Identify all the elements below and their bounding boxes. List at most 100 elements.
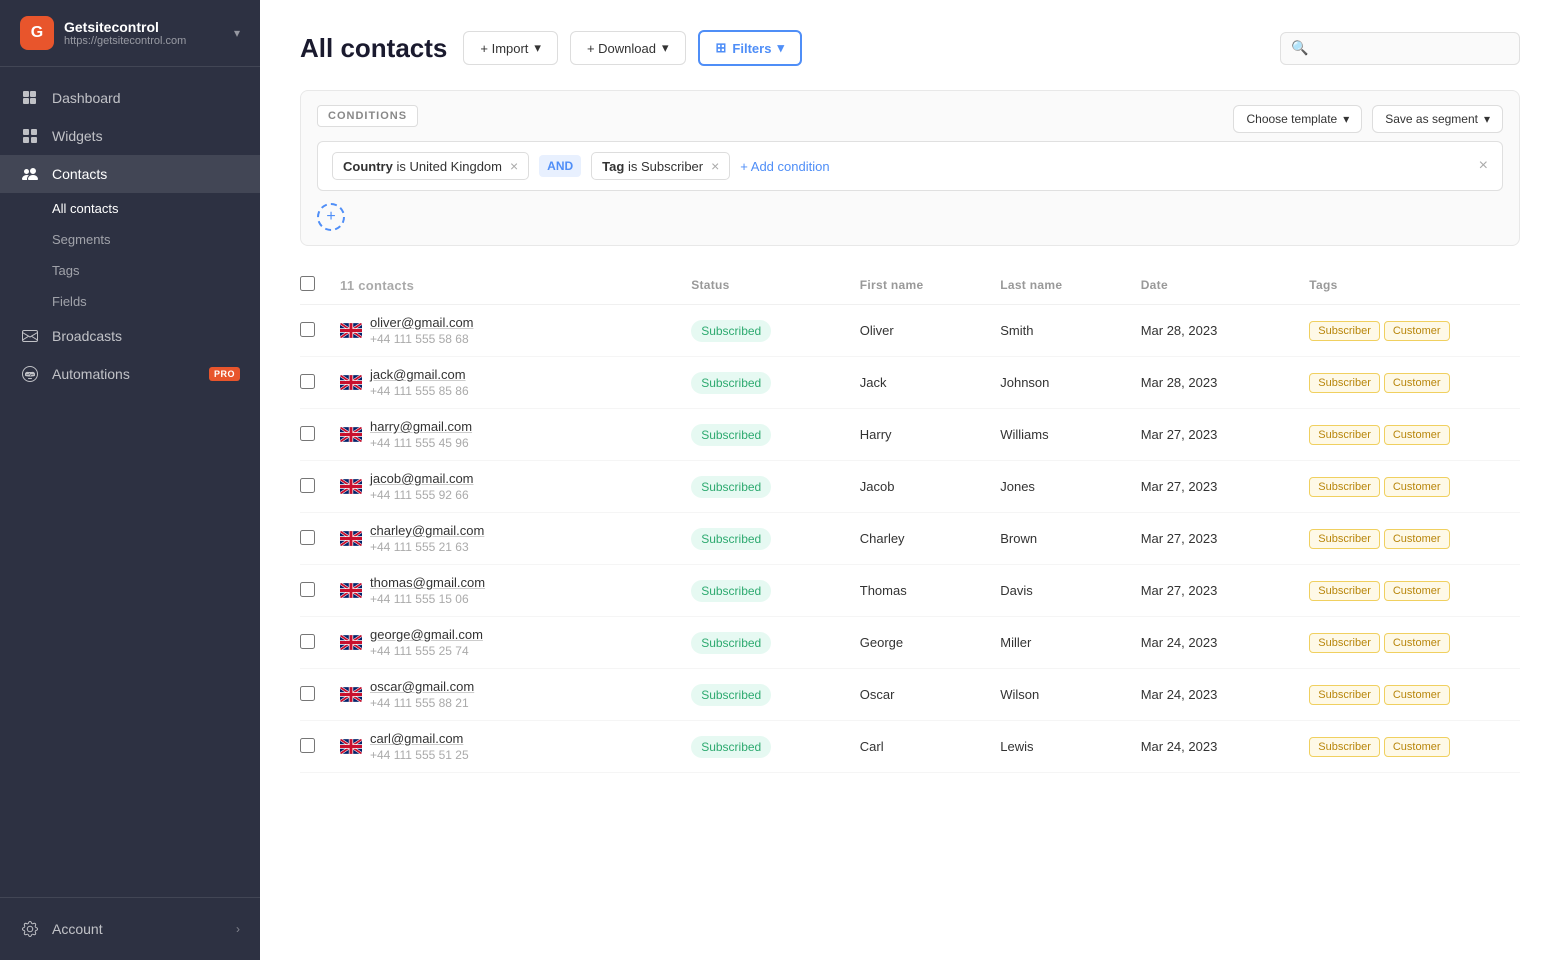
contact-phone: +44 111 555 25 74 bbox=[370, 644, 483, 658]
status-badge: Subscribed bbox=[691, 372, 771, 394]
contact-email[interactable]: thomas@gmail.com bbox=[370, 575, 485, 590]
tags-cell: SubscriberCustomer bbox=[1309, 633, 1520, 653]
sidebar-item-all-contacts[interactable]: All contacts bbox=[0, 193, 260, 224]
contact-email[interactable]: oliver@gmail.com bbox=[370, 315, 474, 330]
tags-cell: SubscriberCustomer bbox=[1309, 321, 1520, 341]
row-checkbox[interactable] bbox=[300, 530, 315, 545]
table-row[interactable]: jacob@gmail.com +44 111 555 92 66 Subscr… bbox=[300, 461, 1520, 513]
import-button[interactable]: + Import ▾ bbox=[463, 31, 558, 65]
sidebar-item-contacts[interactable]: Contacts bbox=[0, 155, 260, 193]
brand-url: https://getsitecontrol.com bbox=[64, 35, 234, 47]
contact-email[interactable]: george@gmail.com bbox=[370, 627, 483, 642]
sidebar-item-automations[interactable]: Automations PRO bbox=[0, 355, 260, 393]
contact-phone: +44 111 555 58 68 bbox=[370, 332, 474, 346]
download-button[interactable]: + Download ▾ bbox=[570, 31, 686, 65]
select-all-checkbox[interactable] bbox=[300, 276, 315, 291]
table-row[interactable]: harry@gmail.com +44 111 555 45 96 Subscr… bbox=[300, 409, 1520, 461]
sidebar-item-account[interactable]: Account › bbox=[0, 910, 260, 948]
sidebar-item-fields[interactable]: Fields bbox=[0, 286, 260, 317]
row-checkbox[interactable] bbox=[300, 738, 315, 753]
uk-flag-icon bbox=[340, 635, 362, 650]
page-title: All contacts bbox=[300, 33, 447, 64]
filters-button[interactable]: ⊞ Filters ▾ bbox=[698, 30, 802, 66]
table-row[interactable]: jack@gmail.com +44 111 555 85 86 Subscri… bbox=[300, 357, 1520, 409]
table-row[interactable]: oscar@gmail.com +44 111 555 88 21 Subscr… bbox=[300, 669, 1520, 721]
tag-badge: Customer bbox=[1384, 633, 1450, 653]
sidebar-item-label: Account bbox=[52, 921, 103, 937]
choose-template-button[interactable]: Choose template ▾ bbox=[1233, 105, 1362, 133]
lastname-cell: Brown bbox=[1000, 531, 1140, 546]
remove-condition-2[interactable]: × bbox=[711, 158, 719, 174]
save-as-segment-button[interactable]: Save as segment ▾ bbox=[1372, 105, 1503, 133]
row-checkbox[interactable] bbox=[300, 374, 315, 389]
table-row[interactable]: thomas@gmail.com +44 111 555 15 06 Subsc… bbox=[300, 565, 1520, 617]
app-logo: G bbox=[20, 16, 54, 50]
contact-info: carl@gmail.com +44 111 555 51 25 bbox=[370, 731, 469, 762]
table-row[interactable]: oliver@gmail.com +44 111 555 58 68 Subsc… bbox=[300, 305, 1520, 357]
contact-info: oliver@gmail.com +44 111 555 58 68 bbox=[370, 315, 474, 346]
grid-icon bbox=[20, 90, 40, 106]
lastname-cell: Wilson bbox=[1000, 687, 1140, 702]
status-cell: Subscribed bbox=[691, 476, 860, 498]
contact-email[interactable]: oscar@gmail.com bbox=[370, 679, 474, 694]
condition-country[interactable]: Country is United Kingdom × bbox=[332, 152, 529, 180]
status-badge: Subscribed bbox=[691, 736, 771, 758]
contact-phone: +44 111 555 51 25 bbox=[370, 748, 469, 762]
conditions-label: CONDITIONS bbox=[317, 105, 418, 127]
add-condition-button[interactable]: + Add condition bbox=[740, 159, 829, 174]
add-condition-row-button[interactable]: + bbox=[317, 203, 345, 231]
row-checkbox[interactable] bbox=[300, 582, 315, 597]
row-check bbox=[300, 530, 340, 548]
row-checkbox[interactable] bbox=[300, 478, 315, 493]
firstname-cell: Oliver bbox=[860, 323, 1000, 338]
table-row[interactable]: charley@gmail.com +44 111 555 21 63 Subs… bbox=[300, 513, 1520, 565]
sidebar-item-tags[interactable]: Tags bbox=[0, 255, 260, 286]
row-check bbox=[300, 478, 340, 496]
auto-icon bbox=[20, 366, 40, 382]
email-cell: jack@gmail.com +44 111 555 85 86 bbox=[340, 367, 691, 398]
sidebar-item-widgets[interactable]: Widgets bbox=[0, 117, 260, 155]
firstname-cell: Charley bbox=[860, 531, 1000, 546]
firstname-cell: Oscar bbox=[860, 687, 1000, 702]
row-checkbox[interactable] bbox=[300, 686, 315, 701]
firstname-cell: Harry bbox=[860, 427, 1000, 442]
email-cell: oscar@gmail.com +44 111 555 88 21 bbox=[340, 679, 691, 710]
contact-info: charley@gmail.com +44 111 555 21 63 bbox=[370, 523, 484, 554]
contact-email[interactable]: charley@gmail.com bbox=[370, 523, 484, 538]
row-checkbox[interactable] bbox=[300, 634, 315, 649]
search-input[interactable] bbox=[1280, 32, 1520, 65]
row-checkbox[interactable] bbox=[300, 322, 315, 337]
sidebar-header[interactable]: G Getsitecontrol https://getsitecontrol.… bbox=[0, 0, 260, 67]
status-badge: Subscribed bbox=[691, 684, 771, 706]
conditions-actions: Choose template ▾ Save as segment ▾ bbox=[1233, 105, 1503, 133]
contact-email[interactable]: jack@gmail.com bbox=[370, 367, 469, 382]
sidebar-item-segments[interactable]: Segments bbox=[0, 224, 260, 255]
tag-badge: Customer bbox=[1384, 321, 1450, 341]
contact-email[interactable]: harry@gmail.com bbox=[370, 419, 472, 434]
firstname-cell: Jacob bbox=[860, 479, 1000, 494]
close-conditions-button[interactable]: × bbox=[1479, 157, 1488, 175]
date-cell: Mar 28, 2023 bbox=[1141, 323, 1310, 338]
status-cell: Subscribed bbox=[691, 580, 860, 602]
table-row[interactable]: george@gmail.com +44 111 555 25 74 Subsc… bbox=[300, 617, 1520, 669]
row-checkbox[interactable] bbox=[300, 426, 315, 441]
tag-badge: Subscriber bbox=[1309, 529, 1380, 549]
filter-icon: ⊞ bbox=[716, 40, 727, 56]
table-header: 11 contacts Status First name Last name … bbox=[300, 266, 1520, 305]
sidebar-item-broadcasts[interactable]: Broadcasts bbox=[0, 317, 260, 355]
sidebar-item-dashboard[interactable]: Dashboard bbox=[0, 79, 260, 117]
contact-email[interactable]: carl@gmail.com bbox=[370, 731, 469, 746]
chevron-down-icon: ▾ bbox=[1484, 112, 1490, 126]
sidebar-item-label: Broadcasts bbox=[52, 328, 122, 344]
condition-tag[interactable]: Tag is Subscriber × bbox=[591, 152, 730, 180]
contact-email[interactable]: jacob@gmail.com bbox=[370, 471, 474, 486]
search-icon: 🔍 bbox=[1291, 40, 1308, 57]
email-cell: charley@gmail.com +44 111 555 21 63 bbox=[340, 523, 691, 554]
table-row[interactable]: carl@gmail.com +44 111 555 51 25 Subscri… bbox=[300, 721, 1520, 773]
date-cell: Mar 27, 2023 bbox=[1141, 583, 1310, 598]
conditions-row: Country is United Kingdom × AND Tag is S… bbox=[317, 141, 1503, 191]
remove-condition-1[interactable]: × bbox=[510, 158, 518, 174]
date-cell: Mar 27, 2023 bbox=[1141, 531, 1310, 546]
brand-info: Getsitecontrol https://getsitecontrol.co… bbox=[64, 19, 234, 47]
status-cell: Subscribed bbox=[691, 736, 860, 758]
